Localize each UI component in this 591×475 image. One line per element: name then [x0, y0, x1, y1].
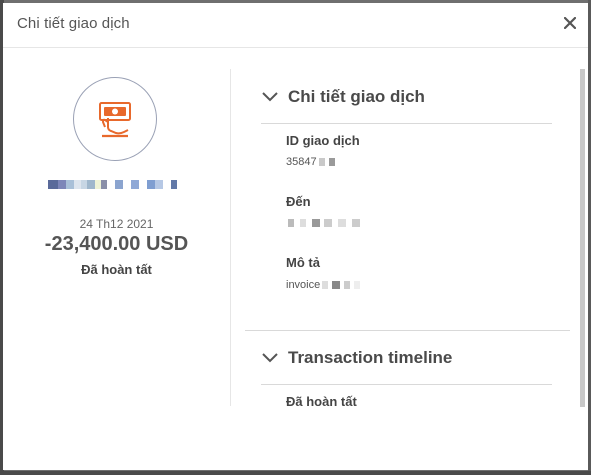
- transaction-amount: -23,400.00 USD: [44, 233, 189, 255]
- transaction-detail-modal: Chi tiết giao dịch 24 Th12 2021 -23,400.…: [3, 3, 588, 470]
- close-icon: [564, 17, 576, 29]
- payment-hand-cash-icon: [99, 102, 131, 138]
- field-label-description: Mô tả: [286, 255, 320, 270]
- field-label-transaction-id: ID giao dịch: [286, 133, 360, 148]
- field-value-transaction-id: 35847: [286, 156, 335, 168]
- transaction-details-panel: Chi tiết giao dịch ID giao dịch 35847 Đế…: [245, 49, 580, 406]
- close-button[interactable]: [561, 14, 579, 32]
- transaction-icon-circle: [73, 77, 157, 161]
- background-edge-bottom: [0, 471, 591, 475]
- transaction-summary: 24 Th12 2021 -23,400.00 USD Đã hoàn tất: [3, 49, 230, 406]
- timeline-entry-status: Đã hoàn tất: [286, 394, 357, 406]
- field-value-description: invoice: [286, 279, 361, 291]
- field-label-to: Đến: [286, 194, 311, 209]
- section-separator: [245, 330, 570, 331]
- chevron-down-icon: [262, 92, 278, 102]
- section-header-timeline[interactable]: Transaction timeline: [261, 345, 452, 371]
- field-value-to: [286, 219, 360, 227]
- section-header-details[interactable]: Chi tiết giao dịch: [261, 84, 425, 110]
- modal-title: Chi tiết giao dịch: [17, 15, 130, 32]
- section-title-details: Chi tiết giao dịch: [288, 87, 425, 106]
- scrollbar-thumb[interactable]: [580, 69, 585, 407]
- modal-header: Chi tiết giao dịch: [3, 3, 588, 48]
- section-divider: [261, 384, 552, 385]
- section-divider: [261, 123, 552, 124]
- column-divider: [230, 69, 231, 406]
- chevron-down-icon: [262, 353, 278, 363]
- masked-merchant-name: [48, 180, 192, 189]
- modal-body: 24 Th12 2021 -23,400.00 USD Đã hoàn tất …: [3, 49, 588, 406]
- transaction-status: Đã hoàn tất: [81, 262, 152, 277]
- transaction-date: 24 Th12 2021: [79, 217, 154, 231]
- section-title-timeline: Transaction timeline: [288, 348, 453, 367]
